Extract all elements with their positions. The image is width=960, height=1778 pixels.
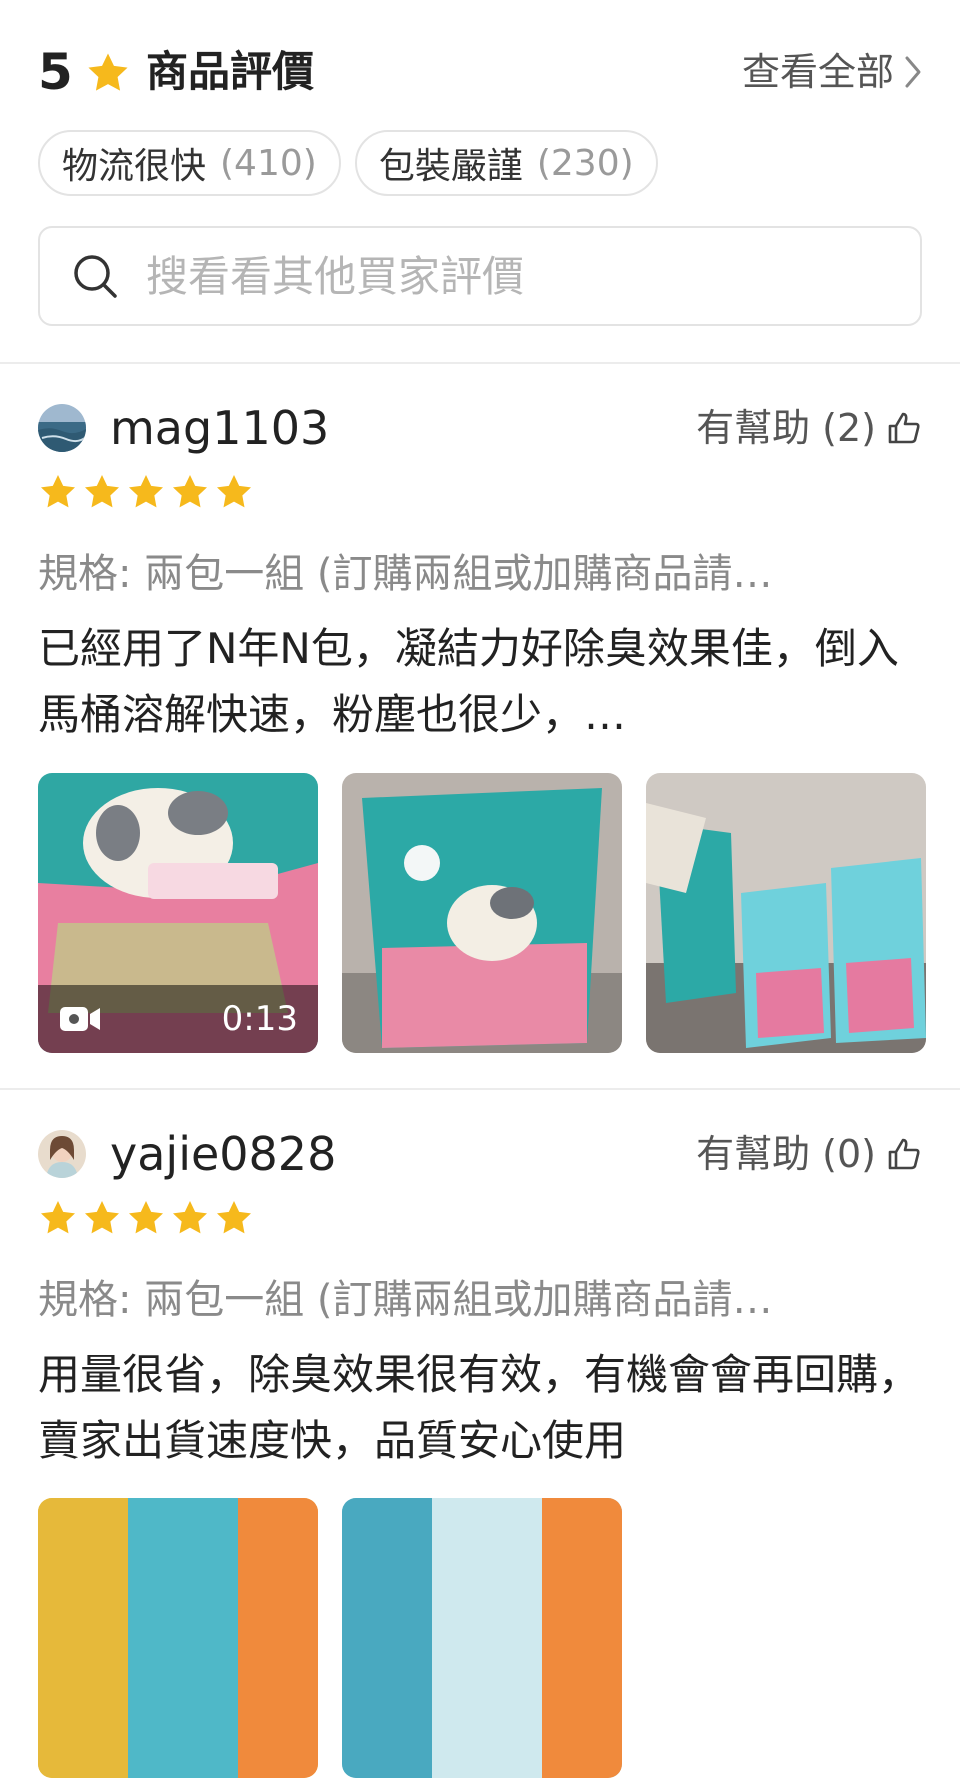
helpful-label: 有幫助 (0) xyxy=(696,1132,876,1176)
helpful-button[interactable]: 有幫助 (2) xyxy=(696,398,922,458)
avatar[interactable] xyxy=(38,1130,86,1178)
video-duration: 0:13 xyxy=(221,999,298,1039)
review-photo[interactable] xyxy=(342,773,622,1053)
review-photo[interactable] xyxy=(646,773,926,1053)
review-media: 0:13 xyxy=(38,773,926,1053)
avatar[interactable] xyxy=(38,404,86,452)
star-icon xyxy=(217,1201,251,1234)
star-icon xyxy=(173,1201,207,1234)
thumbs-up-icon xyxy=(888,1138,920,1170)
review-video-thumbnail[interactable]: 0:13 xyxy=(38,773,318,1053)
star-icon xyxy=(85,1201,119,1234)
star-icon xyxy=(41,475,75,508)
thumbs-up-icon xyxy=(888,412,920,444)
review-tags: 物流很快 (410) 包裝嚴謹 (230) xyxy=(38,130,658,196)
tag-label: 物流很快 xyxy=(62,146,207,187)
rating-value: 5 xyxy=(38,43,73,101)
username: mag1103 xyxy=(110,401,330,455)
variation-text: 規格: 兩包一組 (訂購兩組或加購商品請… xyxy=(38,1277,773,1323)
star-rating xyxy=(38,472,254,512)
star-rating xyxy=(38,1198,254,1238)
star-icon xyxy=(85,475,119,508)
video-overlay: 0:13 xyxy=(38,985,318,1053)
chevron-right-icon xyxy=(905,56,921,88)
review-media xyxy=(38,1498,622,1778)
helpful-label: 有幫助 (2) xyxy=(696,406,876,450)
review-item: mag1103 有幫助 (2) 規格: 兩包一組 (訂購兩組或加購商品請… 已經… xyxy=(38,398,926,1053)
review-photo[interactable] xyxy=(342,1498,622,1778)
tag-count: (230) xyxy=(536,142,634,184)
username: yajie0828 xyxy=(110,1127,337,1181)
tag-label: 包裝嚴謹 xyxy=(378,146,523,187)
helpful-button[interactable]: 有幫助 (0) xyxy=(696,1124,922,1184)
view-all-label: 查看全部 xyxy=(741,50,894,94)
star-icon xyxy=(41,1201,75,1234)
star-icon xyxy=(217,475,251,508)
tag-careful-packaging[interactable]: 包裝嚴謹 (230) xyxy=(354,130,658,196)
tag-count: (410) xyxy=(220,142,317,184)
star-icon xyxy=(88,53,128,91)
review-item: yajie0828 有幫助 (0) 規格: 兩包一組 (訂購兩組或加購商品請… … xyxy=(38,1124,922,1778)
reviews-header: 5 商品評價 查看全部 xyxy=(38,40,922,104)
search-input[interactable] xyxy=(144,250,848,302)
review-search-box[interactable] xyxy=(38,226,922,326)
review-comment[interactable]: 用量很省，除臭效果很有效，有機會會再回購，賣家出貨速度快，品質安心使用 xyxy=(38,1342,922,1474)
search-icon xyxy=(74,255,117,298)
star-icon xyxy=(129,475,163,508)
variation-text: 規格: 兩包一組 (訂購兩組或加購商品請… xyxy=(38,551,773,597)
view-all-link[interactable]: 查看全部 xyxy=(742,40,922,104)
review-comment[interactable]: 已經用了N年N包，凝結力好除臭效果佳，倒入馬桶溶解快速，粉塵也很少，… xyxy=(38,616,922,748)
video-camera-icon xyxy=(60,1007,100,1031)
section-title: 商品評價 xyxy=(146,47,315,96)
section-divider xyxy=(0,362,960,364)
star-icon xyxy=(129,1201,163,1234)
star-icon xyxy=(173,475,207,508)
tag-fast-shipping[interactable]: 物流很快 (410) xyxy=(38,130,341,196)
review-photo[interactable] xyxy=(38,1498,318,1778)
review-divider xyxy=(0,1088,960,1090)
